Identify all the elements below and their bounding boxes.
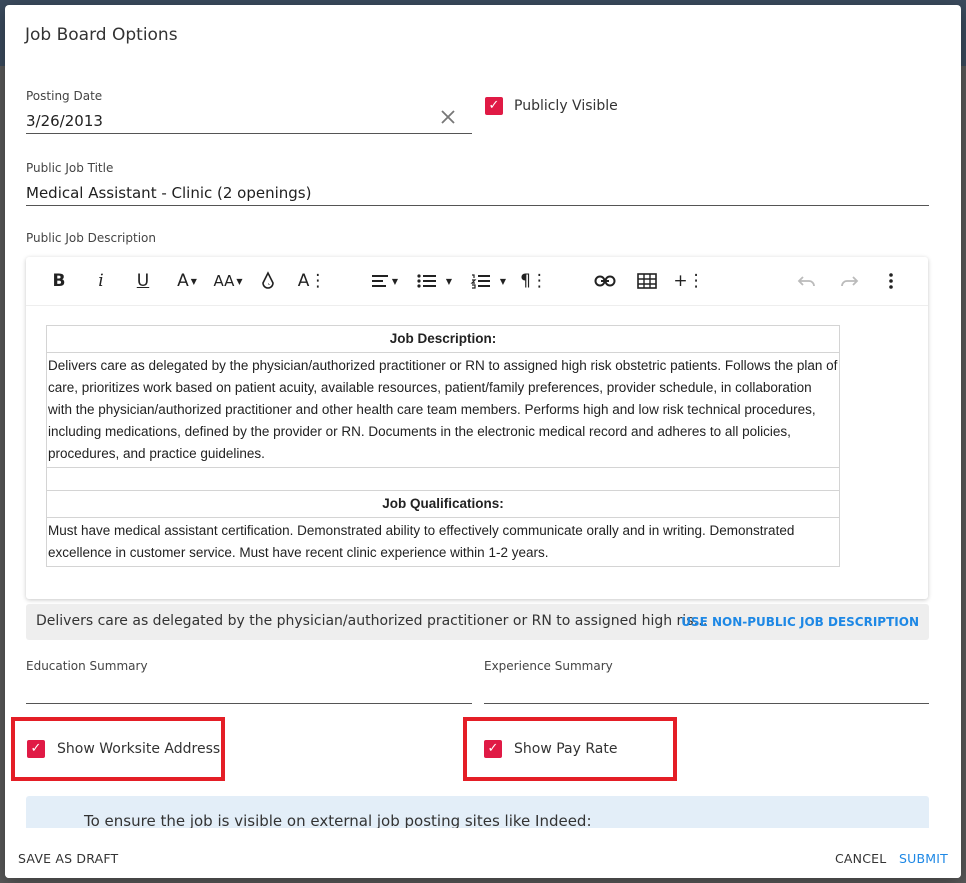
job-description-heading: Job Description: bbox=[46, 325, 840, 353]
close-icon[interactable] bbox=[437, 106, 459, 128]
show-pay-rate-label: Show Pay Rate bbox=[514, 741, 618, 757]
editor-toolbar: B i U A ▼ AA ▼ A⋮ ▼ ▼ ▼ ¶⋮ +⋮ bbox=[26, 257, 928, 306]
numbered-list-icon[interactable]: ▼ bbox=[466, 269, 510, 293]
show-pay-rate-checkbox[interactable]: ✓ bbox=[484, 740, 502, 758]
empty-row bbox=[46, 467, 840, 491]
description-table: Job Description: Delivers care as delega… bbox=[46, 325, 840, 567]
experience-summary-underline bbox=[484, 703, 929, 704]
font-color-label: A bbox=[177, 271, 189, 291]
undo-icon[interactable] bbox=[794, 269, 820, 293]
job-board-options-dialog: Job Board Options Posting Date 3/26/2013… bbox=[5, 5, 961, 878]
non-public-description-text: Delivers care as delegated by the physic… bbox=[36, 613, 711, 629]
dialog-title: Job Board Options bbox=[25, 25, 178, 45]
dialog-footer: SAVE AS DRAFT CANCEL SUBMIT bbox=[5, 828, 961, 878]
education-summary-underline bbox=[26, 703, 472, 704]
chevron-down-icon: ▼ bbox=[236, 276, 243, 286]
publicly-visible-label: Publicly Visible bbox=[514, 98, 618, 114]
show-worksite-address-checkbox[interactable]: ✓ bbox=[27, 740, 45, 758]
align-left-icon[interactable]: ▼ bbox=[366, 269, 402, 293]
font-size-button[interactable]: AA ▼ bbox=[210, 269, 246, 293]
more-vert-icon[interactable] bbox=[878, 269, 904, 293]
experience-summary-label: Experience Summary bbox=[484, 659, 613, 673]
font-size-label: AA bbox=[213, 272, 235, 290]
posting-date-input[interactable]: 3/26/2013 bbox=[26, 112, 103, 130]
italic-button[interactable]: i bbox=[90, 269, 112, 293]
submit-button[interactable]: SUBMIT bbox=[899, 851, 948, 866]
non-public-description-bar: Delivers care as delegated by the physic… bbox=[26, 604, 929, 640]
job-qualifications-body: Must have medical assistant certificatio… bbox=[46, 517, 840, 567]
posting-date-underline bbox=[26, 133, 472, 134]
underline-button[interactable]: U bbox=[132, 269, 154, 293]
chevron-down-icon: ▼ bbox=[190, 276, 197, 286]
bullet-list-icon[interactable]: ▼ bbox=[412, 269, 456, 293]
font-color-button[interactable]: A ▼ bbox=[171, 269, 203, 293]
job-title-input[interactable]: Medical Assistant - Clinic (2 openings) bbox=[26, 184, 311, 202]
rich-text-editor[interactable]: B i U A ▼ AA ▼ A⋮ ▼ ▼ ▼ ¶⋮ +⋮ Job Descri… bbox=[26, 257, 928, 599]
job-description-label: Public Job Description bbox=[26, 231, 156, 245]
job-title-label: Public Job Title bbox=[26, 161, 114, 175]
education-summary-label: Education Summary bbox=[26, 659, 148, 673]
insert-button[interactable]: +⋮ bbox=[673, 269, 704, 293]
paint-drop-icon[interactable] bbox=[256, 269, 280, 293]
redo-icon[interactable] bbox=[836, 269, 862, 293]
paragraph-button[interactable]: ¶⋮ bbox=[520, 269, 548, 293]
text-style-button[interactable]: A⋮ bbox=[298, 269, 327, 293]
job-description-body: Delivers care as delegated by the physic… bbox=[46, 352, 840, 468]
save-as-draft-button[interactable]: SAVE AS DRAFT bbox=[18, 851, 118, 866]
use-non-public-description-button[interactable]: USE NON-PUBLIC JOB DESCRIPTION bbox=[681, 615, 919, 629]
table-icon[interactable] bbox=[634, 269, 660, 293]
job-qualifications-heading: Job Qualifications: bbox=[46, 490, 840, 518]
publicly-visible-checkbox[interactable]: ✓ bbox=[485, 97, 503, 115]
job-title-underline bbox=[26, 205, 929, 206]
posting-date-label: Posting Date bbox=[26, 89, 103, 103]
cancel-button[interactable]: CANCEL bbox=[835, 851, 886, 866]
link-icon[interactable] bbox=[592, 269, 618, 293]
show-worksite-address-label: Show Worksite Address bbox=[57, 741, 221, 757]
bold-button[interactable]: B bbox=[48, 269, 70, 293]
